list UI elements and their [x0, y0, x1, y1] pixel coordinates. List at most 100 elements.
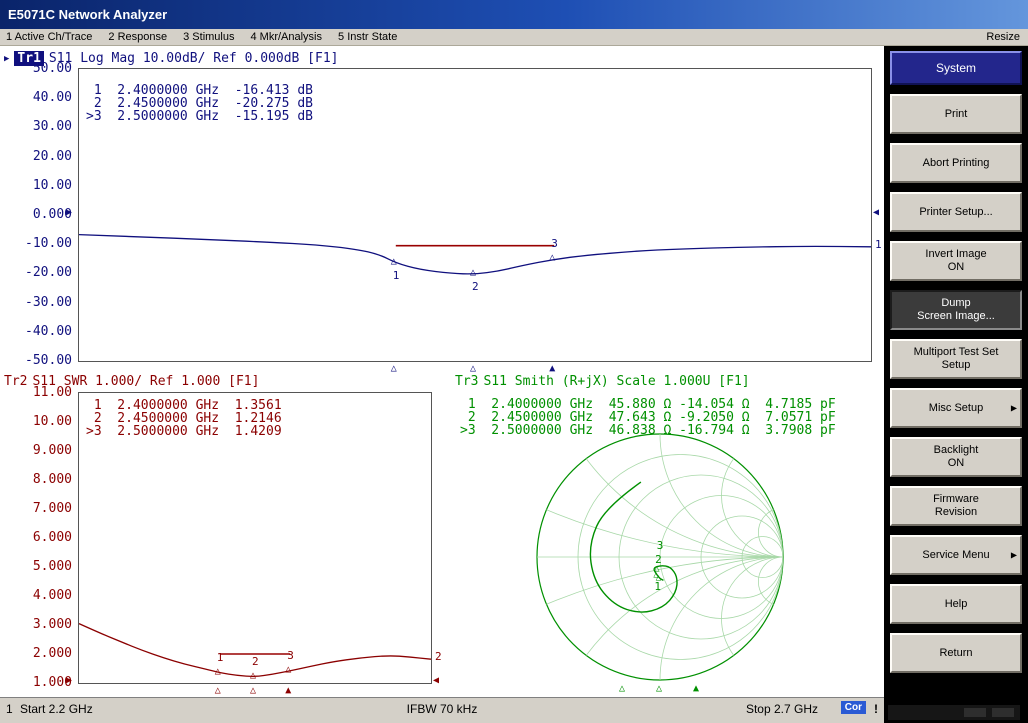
marker-3-symbol: △ — [549, 253, 555, 263]
taskbar-fragment — [888, 705, 1020, 720]
status-bar: 1 Start 2.2 GHz IFBW 70 kHz Stop 2.7 GHz… — [0, 697, 884, 723]
softkey-return[interactable]: Return — [890, 633, 1022, 673]
marker-table-row: >3 2.5000000 GHz -15.195 dB — [86, 110, 313, 123]
y-axis-tick: 8.000 — [24, 473, 72, 486]
marker-1-axis-indicator: △ — [215, 686, 221, 696]
menu-item-4[interactable]: 4 Mkr/Analysis — [250, 31, 322, 43]
softkey-label: Invert Image — [925, 248, 986, 261]
y-axis-tick: 20.00 — [24, 150, 72, 163]
y-axis-tick: 0.000 — [24, 208, 72, 221]
tr1-plot-marker-table: 1 2.4000000 GHz -16.413 dB 2 2.4500000 G… — [86, 84, 313, 123]
correction-badge: Cor — [841, 701, 866, 714]
menu-item-3[interactable]: 3 Stimulus — [183, 31, 234, 43]
softkey-value: Revision — [935, 506, 977, 519]
softkey-dump[interactable]: DumpScreen Image... — [890, 290, 1022, 330]
marker-1-label: 1 — [393, 271, 400, 281]
menu-item-5[interactable]: 5 Instr State — [338, 31, 397, 43]
tr3-title: S11 Smith (R+jX) Scale 1.000U [F1] — [483, 374, 749, 389]
active-trace-arrow-icon: ▶ — [4, 54, 9, 64]
tr3-chip[interactable]: Tr3 — [455, 374, 478, 389]
marker-3-axis-indicator: ▲ — [285, 686, 291, 696]
y-axis-tick: 7.000 — [24, 502, 72, 515]
softkey-multiport-test-set[interactable]: Multiport Test SetSetup — [890, 339, 1022, 379]
tr3-marker-table: 1 2.4000000 GHz 45.880 Ω -14.054 Ω 4.718… — [460, 398, 836, 437]
smith-marker-3-symbol: △ — [656, 573, 661, 583]
menu-item-1[interactable]: 1 Active Ch/Trace — [6, 31, 92, 43]
y-axis-tick: -50.00 — [24, 354, 72, 367]
softkey-label: Help — [945, 598, 968, 611]
marker-1-symbol: △ — [215, 667, 221, 677]
y-axis-tick: 4.000 — [24, 589, 72, 602]
menu-item-2[interactable]: 2 Response — [108, 31, 167, 43]
marker-1-symbol: △ — [391, 257, 397, 267]
smith-axis-indicator-2: △ — [656, 684, 662, 694]
marker-3-axis-indicator: ▲ — [549, 364, 555, 374]
softkey-label: Abort Printing — [923, 157, 990, 170]
y-axis-tick: -40.00 — [24, 325, 72, 338]
smith-marker-1-label: 1 — [654, 582, 661, 592]
y-axis-tick: 11.00 — [24, 386, 72, 399]
marker-2-label: 2 — [472, 282, 479, 292]
ref-level-arrow-right: ◀ — [873, 208, 879, 218]
smith-axis-indicator-1: △ — [619, 684, 625, 694]
y-axis-tick: -10.00 — [24, 237, 72, 250]
window-title: E5071C Network Analyzer — [8, 7, 167, 22]
ref-level-arrow-left: ▶ — [66, 208, 72, 218]
softkey-help[interactable]: Help — [890, 584, 1022, 624]
tr1-title: S11 Log Mag 10.00dB/ Ref 0.000dB [F1] — [49, 51, 339, 66]
menu-bar: 1 Active Ch/Trace 2 Response 3 Stimulus 4 M… — [0, 29, 1028, 46]
softkey-printer-setup[interactable]: Printer Setup... — [890, 192, 1022, 232]
softkey-invert-image[interactable]: Invert ImageON — [890, 241, 1022, 281]
marker-2-axis-indicator: △ — [470, 364, 476, 374]
softkey-service-menu[interactable]: Service Menu▶ — [890, 535, 1022, 575]
stop-frequency: Stop 2.7 GHz — [746, 702, 818, 716]
softkey-misc-setup[interactable]: Misc Setup▶ — [890, 388, 1022, 428]
softkey-value: Screen Image... — [917, 310, 995, 323]
taskbar-icon — [964, 708, 986, 717]
start-frequency: Start 2.2 GHz — [20, 702, 93, 716]
marker-2-label: 2 — [252, 657, 259, 667]
softkey-abort-printing[interactable]: Abort Printing — [890, 143, 1022, 183]
softkey-menu-title-system: System — [890, 51, 1022, 85]
marker-2-symbol: △ — [470, 268, 476, 278]
y-axis-tick: -20.00 — [24, 266, 72, 279]
softkey-panel: System Print Abort Printing Printer Setup.… — [884, 46, 1028, 723]
softkey-label: Backlight — [934, 444, 979, 457]
tr3-header: Tr3 S11 Smith (R+jX) Scale 1.000U [F1] — [455, 374, 750, 389]
y-axis-tick: 9.000 — [24, 444, 72, 457]
softkey-backlight[interactable]: BacklightON — [890, 437, 1022, 477]
softkey-value: ON — [948, 457, 965, 470]
ifbw-indicator: IFBW 70 kHz — [407, 702, 478, 716]
softkey-menu-title-label: System — [936, 62, 976, 75]
marker-table-row: >3 2.5000000 GHz 46.838 Ω -16.794 Ω 3.79… — [460, 424, 836, 437]
marker-3-symbol: △ — [285, 665, 291, 675]
y-axis-tick: 30.00 — [24, 120, 72, 133]
smith-marker-3-label: 3 — [657, 541, 664, 551]
y-axis-tick: 5.000 — [24, 560, 72, 573]
resize-button[interactable]: Resize — [986, 31, 1020, 43]
softkey-label: Firmware — [933, 493, 979, 506]
submenu-arrow-icon: ▶ — [1011, 549, 1017, 562]
softkey-print[interactable]: Print — [890, 94, 1022, 134]
y-axis-tick: 10.00 — [24, 179, 72, 192]
marker-2-symbol: △ — [250, 671, 256, 681]
analyzer-screen: E5071C Network Analyzer 1 Active Ch/Trac… — [0, 0, 1028, 723]
trace-end-label: 2 — [435, 652, 442, 662]
y-axis-tick: 6.000 — [24, 531, 72, 544]
channel-indicator: 1 — [6, 702, 13, 716]
menu-items: 1 Active Ch/Trace 2 Response 3 Stimulus 4 M… — [6, 31, 413, 43]
softkey-label: Print — [945, 108, 968, 121]
trace-end-label: 1 — [875, 240, 882, 250]
softkey-label: Printer Setup... — [919, 206, 992, 219]
softkey-label: Multiport Test Set — [914, 346, 999, 359]
marker-1-label: 1 — [217, 653, 224, 663]
taskbar-clock-area — [992, 708, 1014, 717]
marker-1-axis-indicator: △ — [391, 364, 397, 374]
warning-indicator: ! — [874, 702, 878, 716]
y-axis-tick: 40.00 — [24, 91, 72, 104]
softkey-value: ON — [948, 261, 965, 274]
softkey-firmware[interactable]: FirmwareRevision — [890, 486, 1022, 526]
marker-2-axis-indicator: △ — [250, 686, 256, 696]
ref-level-arrow-left: ▶ — [66, 676, 72, 686]
y-axis-tick: 3.000 — [24, 618, 72, 631]
